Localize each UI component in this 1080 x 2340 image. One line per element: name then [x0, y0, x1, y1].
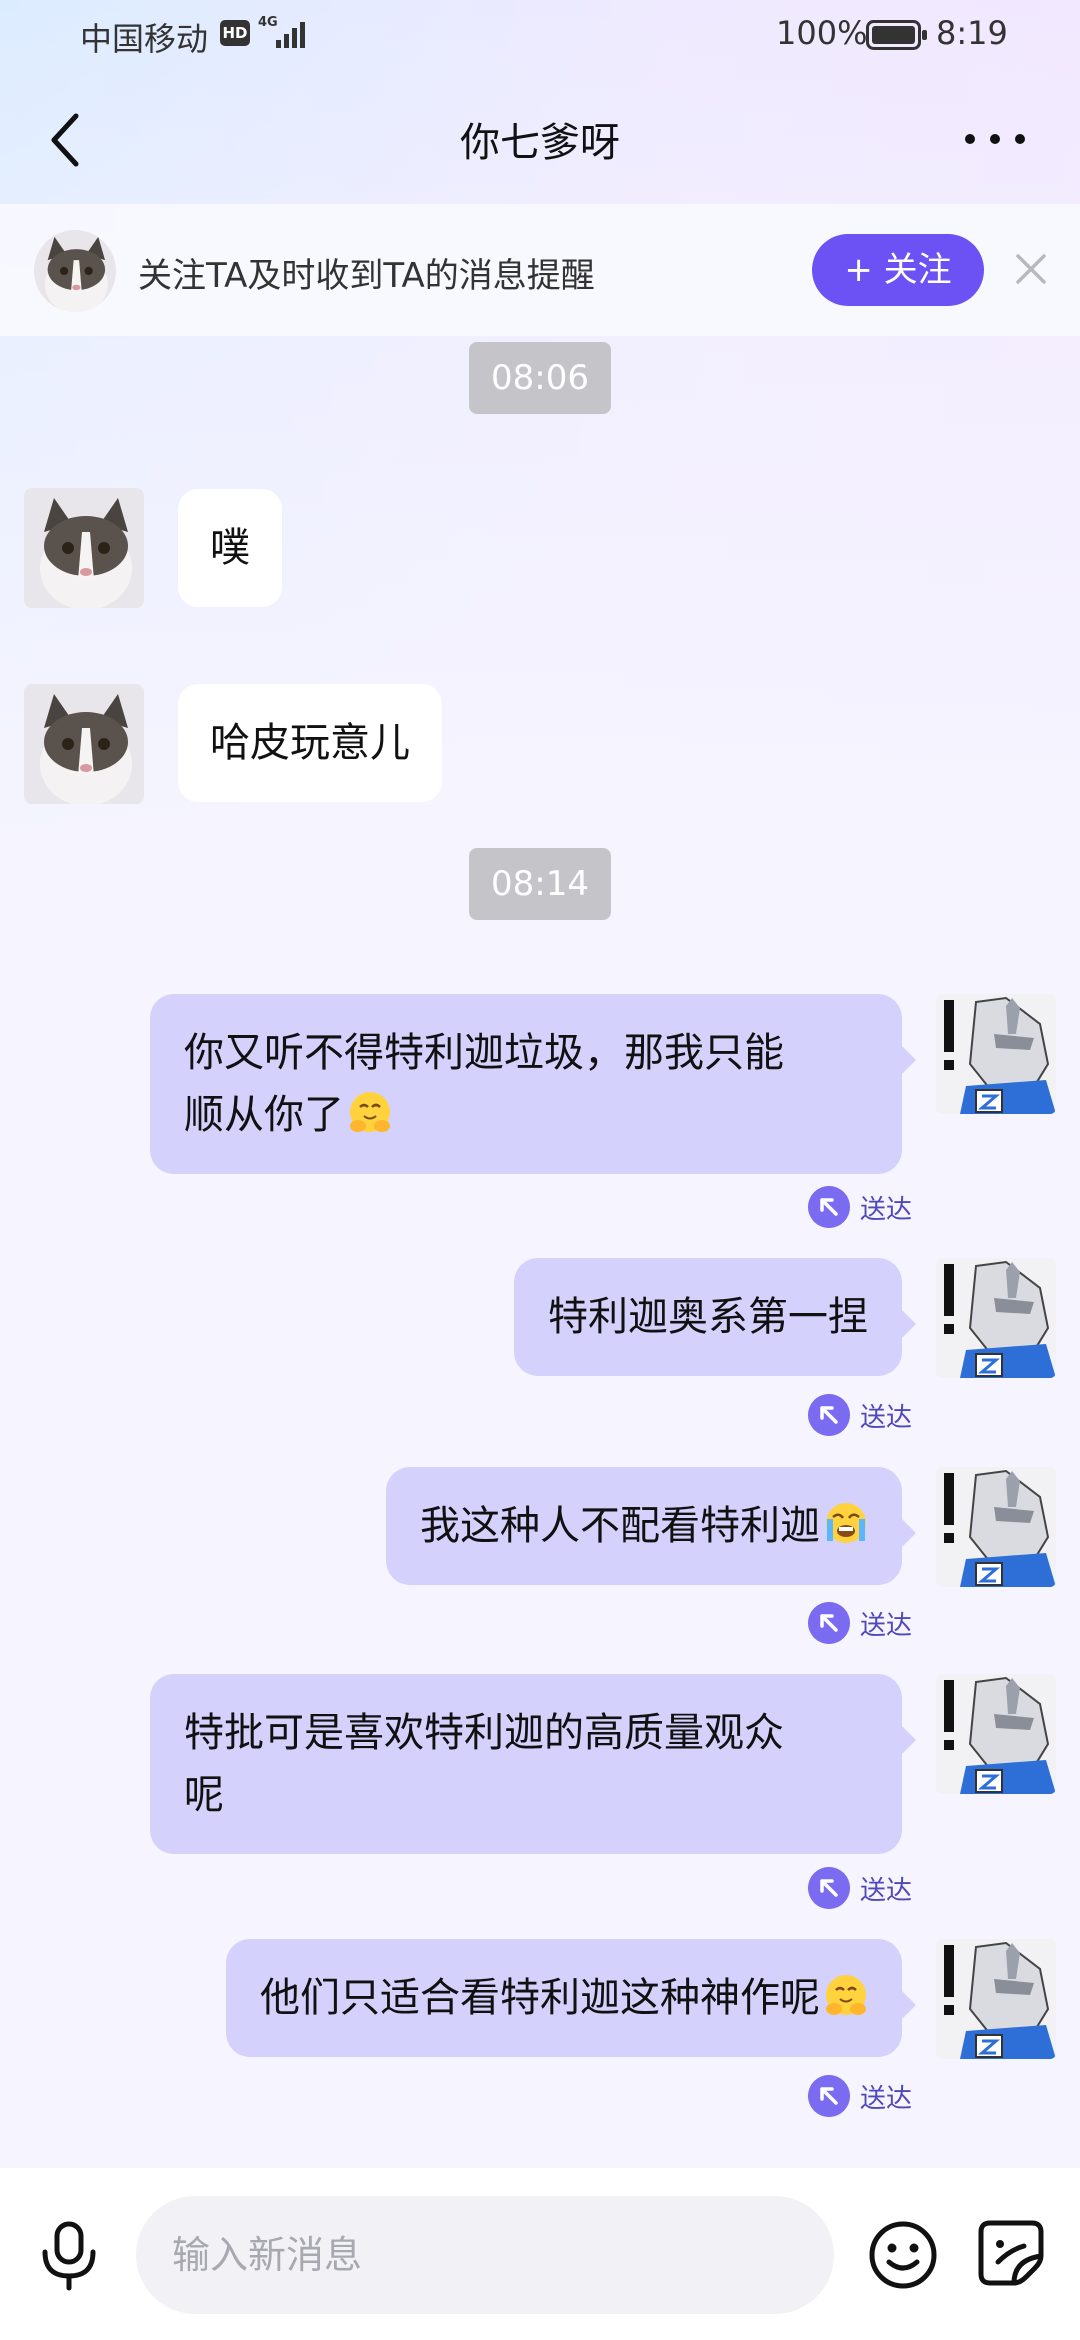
status-bar: 中国移动 HD 4G 100% 8:19 [0, 0, 1080, 74]
message-input[interactable] [136, 2196, 834, 2314]
outgoing-message[interactable]: 特利迦奥系第一捏 [514, 1258, 916, 1376]
signal-icon [276, 22, 305, 48]
message-line: 我这种人不配看特利迦 [420, 1503, 820, 1549]
contact-avatar[interactable] [34, 230, 116, 312]
input-bar [0, 2168, 1080, 2340]
incoming-message[interactable]: 哈皮玩意儿 [178, 684, 442, 802]
delivered-label: 送达 [859, 1610, 912, 1641]
message-line: 特批可是喜欢特利迦的高质量观众 [184, 1710, 784, 1756]
delivered-status: 送达 [807, 1393, 912, 1437]
outgoing-message[interactable]: 他们只适合看特利迦这种神作呢 [226, 1939, 916, 2057]
close-icon[interactable] [1014, 252, 1048, 286]
my-avatar[interactable] [936, 1258, 1056, 1378]
message-line: 你又听不得特利迦垃圾，那我只能 [184, 1030, 784, 1076]
carrier-name: 中国移动 [80, 20, 209, 58]
message-line: 他们只适合看特利迦这种神作呢 [260, 1975, 820, 2021]
battery-percent: 100% [776, 14, 868, 52]
more-options-icon[interactable] [960, 124, 1030, 154]
timestamp: 08:14 [469, 848, 611, 920]
message-line: 特利迦奥系第一捏 [548, 1294, 868, 1340]
battery-icon [866, 20, 927, 50]
outgoing-message[interactable]: 特批可是喜欢特利迦的高质量观众 呢 [150, 1674, 916, 1854]
message-line: 呢 [184, 1772, 224, 1818]
delivered-label: 送达 [859, 1875, 912, 1906]
delivered-status: 送达 [807, 1185, 912, 1229]
my-avatar[interactable] [936, 1467, 1056, 1587]
delivered-label: 送达 [859, 2083, 912, 2114]
my-avatar[interactable] [936, 1674, 1056, 1794]
emoji-picker-icon[interactable] [868, 2220, 938, 2290]
contact-avatar[interactable] [24, 684, 144, 804]
outgoing-message[interactable]: 我这种人不配看特利迦 [386, 1467, 916, 1585]
follow-button[interactable]: + 关注 [812, 234, 984, 306]
delivered-icon [807, 1602, 850, 1644]
network-type: 4G [258, 15, 278, 30]
my-avatar[interactable] [936, 994, 1056, 1114]
follow-prompt-text: 关注TA及时收到TA的消息提醒 [138, 256, 595, 296]
delivered-label: 送达 [859, 1194, 912, 1225]
outgoing-message[interactable]: 你又听不得特利迦垃圾，那我只能 顺从你了 [150, 994, 916, 1174]
delivered-icon [807, 2075, 850, 2117]
delivered-status: 送达 [807, 1601, 912, 1645]
timestamp: 08:06 [469, 342, 611, 414]
chat-title: 你七爹呀 [460, 120, 620, 166]
pleading-hands-emoji-icon [824, 1973, 868, 2017]
hd-icon: HD [220, 20, 250, 46]
delivered-icon [807, 1394, 850, 1436]
delivered-icon [807, 1186, 850, 1228]
sticker-icon[interactable] [978, 2220, 1044, 2286]
my-avatar[interactable] [936, 1939, 1056, 2059]
crying-emoji-icon [824, 1501, 868, 1545]
delivered-status: 送达 [807, 2074, 912, 2118]
chat-header: 你七爹呀 [0, 74, 1080, 204]
incoming-message[interactable]: 噗 [178, 489, 282, 607]
microphone-icon[interactable] [38, 2220, 100, 2292]
delivered-icon [807, 1867, 850, 1909]
message-line: 顺从你了 [184, 1092, 344, 1138]
pleading-hands-emoji-icon [348, 1090, 392, 1134]
delivered-status: 送达 [807, 1866, 912, 1910]
follow-banner: 关注TA及时收到TA的消息提醒 + 关注 [0, 204, 1080, 336]
delivered-label: 送达 [859, 1402, 912, 1433]
clock: 8:19 [936, 14, 1008, 52]
contact-avatar[interactable] [24, 488, 144, 608]
